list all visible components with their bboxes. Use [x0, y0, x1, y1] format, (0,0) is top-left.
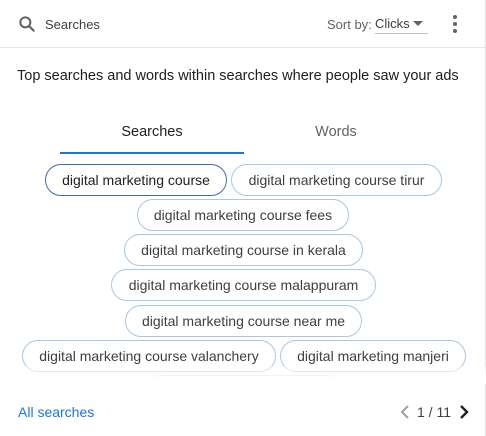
search-chip[interactable]: digital marketing course tirur	[231, 164, 442, 196]
card-header: Searches Sort by: Clicks	[0, 0, 486, 48]
search-chip[interactable]: digital marketing course	[45, 164, 227, 196]
search-icon	[19, 16, 35, 32]
chevron-left-icon[interactable]	[398, 403, 412, 421]
search-terms-card: Searches Sort by: Clicks Top searches an…	[0, 0, 486, 436]
search-chip[interactable]: digital marketing course fees	[137, 199, 349, 231]
search-chip[interactable]: digital marketing course near me	[125, 305, 362, 337]
chevron-right-icon[interactable]	[457, 403, 471, 421]
sort-by-dropdown[interactable]: Clicks	[375, 14, 428, 34]
sort-by-label: Sort by:	[327, 17, 372, 32]
dropdown-arrow-icon	[413, 21, 423, 26]
tab-words[interactable]: Words	[244, 120, 428, 154]
search-label: Searches	[45, 17, 100, 32]
sort-by-value: Clicks	[375, 16, 410, 31]
chips-fade-overlay	[0, 366, 486, 384]
all-searches-link[interactable]: All searches	[18, 403, 94, 421]
search-chips-cloud: digital marketing course digital marketi…	[0, 160, 486, 384]
tab-searches[interactable]: Searches	[60, 120, 244, 154]
search-chip[interactable]: digital marketing course in kerala	[124, 234, 363, 266]
page-indicator: 1 / 11	[417, 404, 451, 420]
card-description: Top searches and words within searches w…	[17, 68, 459, 84]
more-options-icon[interactable]	[448, 13, 462, 35]
search-chip[interactable]: digital marketing course malappuram	[111, 269, 376, 301]
